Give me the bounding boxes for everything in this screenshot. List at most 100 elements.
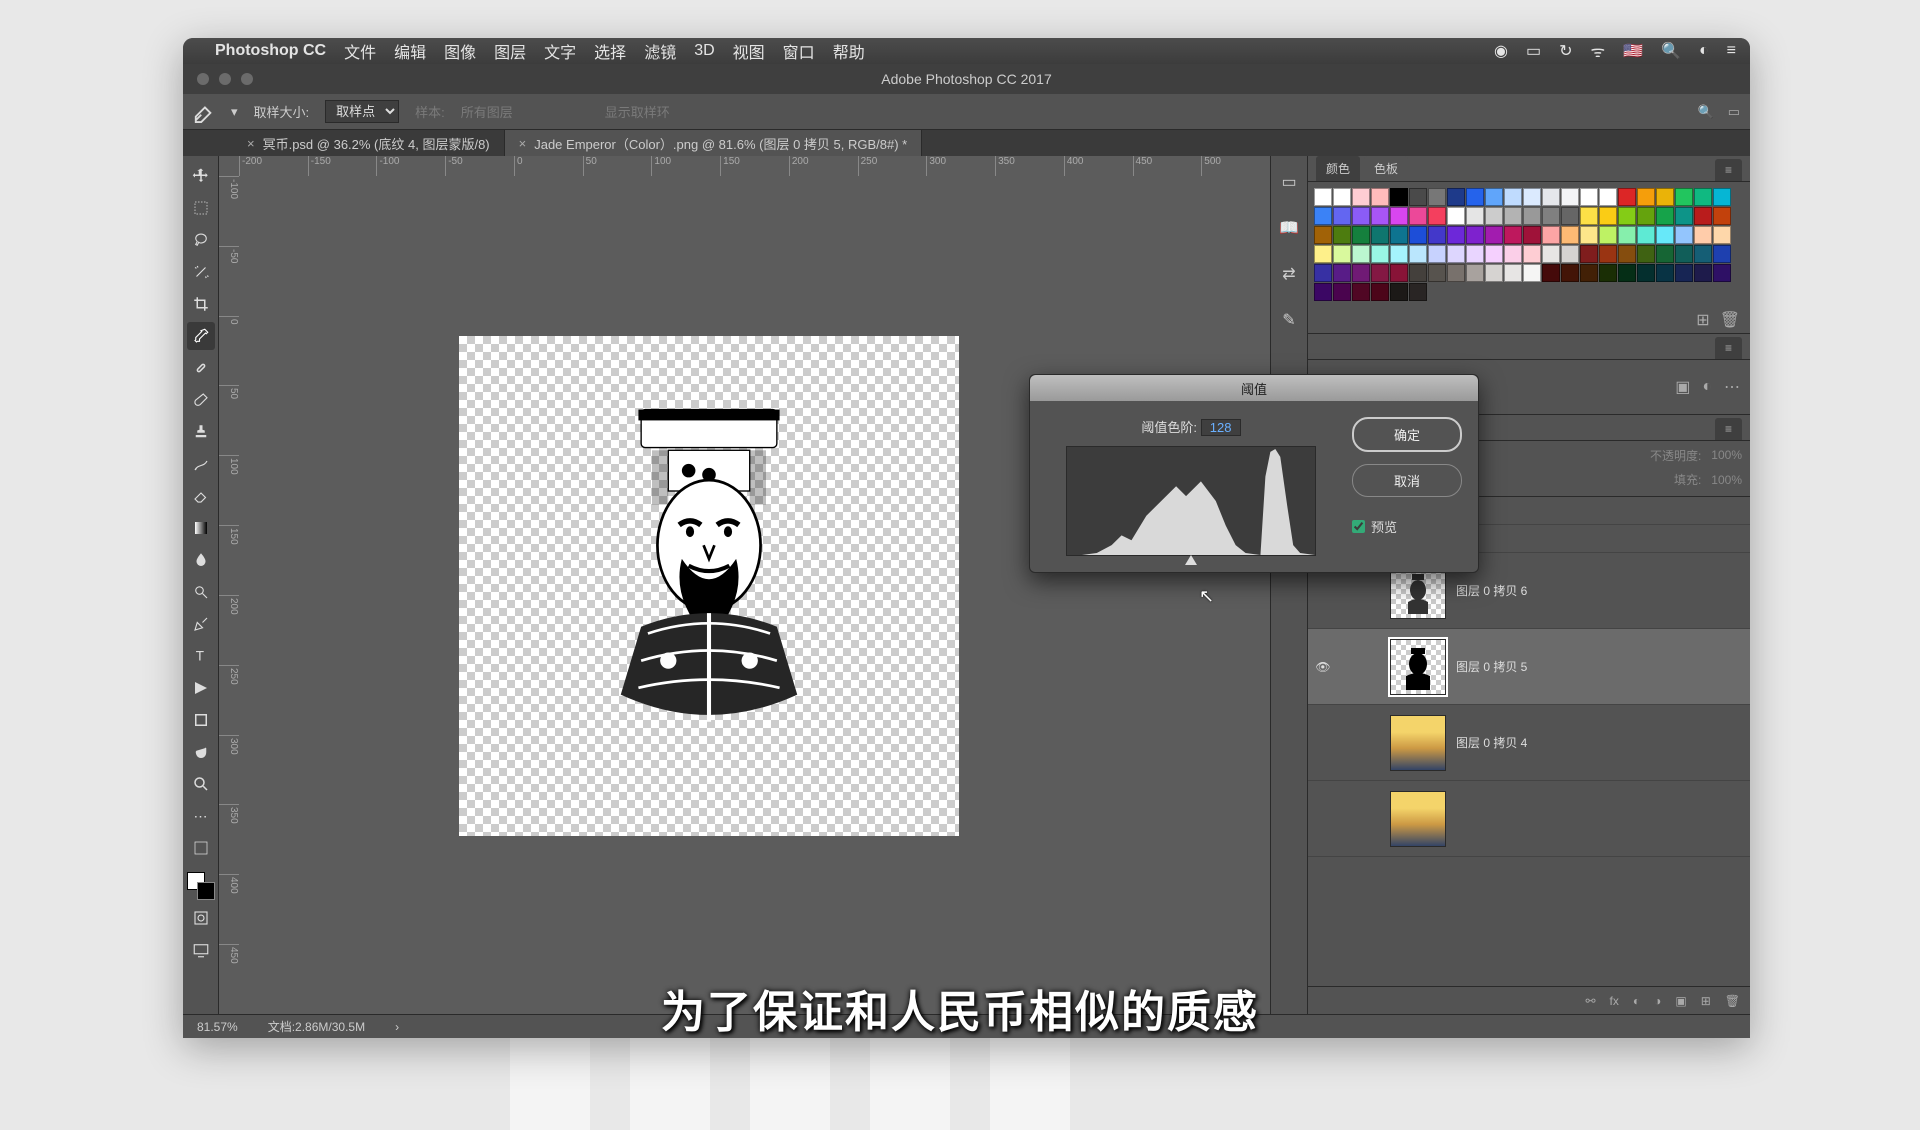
tab-2[interactable]: × Jade Emperor（Color）.png @ 81.6% (图层 0 … xyxy=(505,130,923,156)
swatch[interactable] xyxy=(1713,207,1731,225)
menu-layer[interactable]: 图层 xyxy=(494,39,526,63)
delete-swatch-icon[interactable]: 🗑 xyxy=(1720,310,1740,330)
swatch[interactable] xyxy=(1599,245,1617,263)
swatch[interactable] xyxy=(1542,226,1560,244)
preview-checkbox-input[interactable] xyxy=(1352,520,1365,533)
swatch[interactable] xyxy=(1542,207,1560,225)
swatch[interactable] xyxy=(1523,245,1541,263)
swatch[interactable] xyxy=(1504,226,1522,244)
swatch[interactable] xyxy=(1675,264,1693,282)
swatch[interactable] xyxy=(1314,264,1332,282)
heal-tool[interactable] xyxy=(187,354,215,382)
swatch[interactable] xyxy=(1447,226,1465,244)
menu-image[interactable]: 图像 xyxy=(444,39,476,63)
swatch[interactable] xyxy=(1333,188,1351,206)
swatch[interactable] xyxy=(1599,226,1617,244)
swatch[interactable] xyxy=(1656,264,1674,282)
zoom-tool[interactable] xyxy=(187,770,215,798)
swatch[interactable] xyxy=(1428,264,1446,282)
traffic-lights[interactable] xyxy=(197,73,253,85)
layer-copy-4[interactable]: 图层 0 拷贝 4 xyxy=(1308,705,1750,781)
tab-2-close[interactable]: × xyxy=(519,136,527,151)
swatch[interactable] xyxy=(1352,245,1370,263)
mask-add-icon[interactable]: ◐ xyxy=(1633,994,1640,1008)
swatch[interactable] xyxy=(1409,188,1427,206)
swatch[interactable] xyxy=(1352,188,1370,206)
search-icon[interactable]: 🔍 xyxy=(1698,104,1714,120)
link-icon[interactable]: ⚯ xyxy=(1585,994,1595,1008)
canvas-area[interactable]: -200-150-100-500501001502002503003504004… xyxy=(219,156,1270,1014)
panel-menu-icon[interactable]: ≡ xyxy=(1715,159,1742,181)
crop-icon[interactable]: ▣ xyxy=(1675,377,1690,397)
menu-filter[interactable]: 滤镜 xyxy=(644,39,676,63)
swatch[interactable] xyxy=(1656,188,1674,206)
preview-checkbox[interactable]: 预览 xyxy=(1352,517,1462,536)
swatch[interactable] xyxy=(1485,226,1503,244)
eraser-tool[interactable] xyxy=(187,482,215,510)
swatch[interactable] xyxy=(1580,264,1598,282)
swatch[interactable] xyxy=(1599,264,1617,282)
swatch[interactable] xyxy=(1504,264,1522,282)
zoom-level[interactable]: 81.57% xyxy=(197,1020,238,1034)
swatch[interactable] xyxy=(1447,207,1465,225)
swatch[interactable] xyxy=(1333,283,1351,301)
rec-icon[interactable]: ◉ xyxy=(1494,41,1508,61)
menu-view[interactable]: 视图 xyxy=(733,39,765,63)
siri-icon[interactable]: ◐ xyxy=(1699,42,1709,60)
trash-icon[interactable]: 🗑 xyxy=(1725,994,1740,1008)
swatch[interactable] xyxy=(1409,207,1427,225)
swatch[interactable] xyxy=(1485,264,1503,282)
swatch[interactable] xyxy=(1314,188,1332,206)
swatch[interactable] xyxy=(1428,245,1446,263)
history-brush-tool[interactable] xyxy=(187,450,215,478)
swatch[interactable] xyxy=(1694,264,1712,282)
tab-1[interactable]: × 冥币.psd @ 36.2% (底纹 4, 图层蒙版/8) xyxy=(233,130,505,156)
swatch[interactable] xyxy=(1561,207,1579,225)
threshold-slider[interactable] xyxy=(1185,555,1197,565)
swatch[interactable] xyxy=(1409,226,1427,244)
swatch[interactable] xyxy=(1523,264,1541,282)
swatch[interactable] xyxy=(1694,207,1712,225)
sample-size-select[interactable]: 取样点 xyxy=(325,100,399,123)
swatch[interactable] xyxy=(1599,207,1617,225)
swatch[interactable] xyxy=(1637,188,1655,206)
status-arrow-icon[interactable]: › xyxy=(395,1020,399,1034)
menu-3d[interactable]: 3D xyxy=(694,42,714,60)
fg-bg-colors[interactable] xyxy=(187,872,215,900)
swatch[interactable] xyxy=(1371,226,1389,244)
edit-toolbar[interactable] xyxy=(187,834,215,862)
layer-thumb-extra[interactable] xyxy=(1390,791,1446,847)
layer-thumb-5[interactable] xyxy=(1390,639,1446,695)
menu-help[interactable]: 帮助 xyxy=(833,39,865,63)
swatch[interactable] xyxy=(1561,226,1579,244)
swatch[interactable] xyxy=(1447,245,1465,263)
swatch[interactable] xyxy=(1694,188,1712,206)
swatch[interactable] xyxy=(1675,245,1693,263)
swatch[interactable] xyxy=(1485,188,1503,206)
quickmask-tool[interactable] xyxy=(187,904,215,932)
swatch[interactable] xyxy=(1428,188,1446,206)
swatch[interactable] xyxy=(1637,207,1655,225)
timemachine-icon[interactable]: ↻ xyxy=(1559,41,1572,61)
swatch[interactable] xyxy=(1713,245,1731,263)
histogram[interactable] xyxy=(1066,446,1316,556)
swatch[interactable] xyxy=(1485,207,1503,225)
swatch[interactable] xyxy=(1371,188,1389,206)
tool-preset-icon[interactable] xyxy=(193,101,215,123)
swatch[interactable] xyxy=(1675,188,1693,206)
char-icon[interactable]: 📖 xyxy=(1277,216,1301,240)
move-tool[interactable] xyxy=(187,162,215,190)
menu-select[interactable]: 选择 xyxy=(594,39,626,63)
new-swatch-icon[interactable]: ⊞ xyxy=(1696,310,1709,330)
wand-tool[interactable] xyxy=(187,258,215,286)
eyedropper-tool[interactable] xyxy=(187,322,215,350)
swatch[interactable] xyxy=(1504,188,1522,206)
swatch[interactable] xyxy=(1371,245,1389,263)
swatch[interactable] xyxy=(1333,245,1351,263)
swatch[interactable] xyxy=(1352,226,1370,244)
group-icon[interactable]: ▣ xyxy=(1675,994,1686,1008)
swatch[interactable] xyxy=(1599,188,1617,206)
swatch[interactable] xyxy=(1656,207,1674,225)
swatch[interactable] xyxy=(1618,264,1636,282)
layer-copy-5[interactable]: 👁 图层 0 拷贝 5 xyxy=(1308,629,1750,705)
